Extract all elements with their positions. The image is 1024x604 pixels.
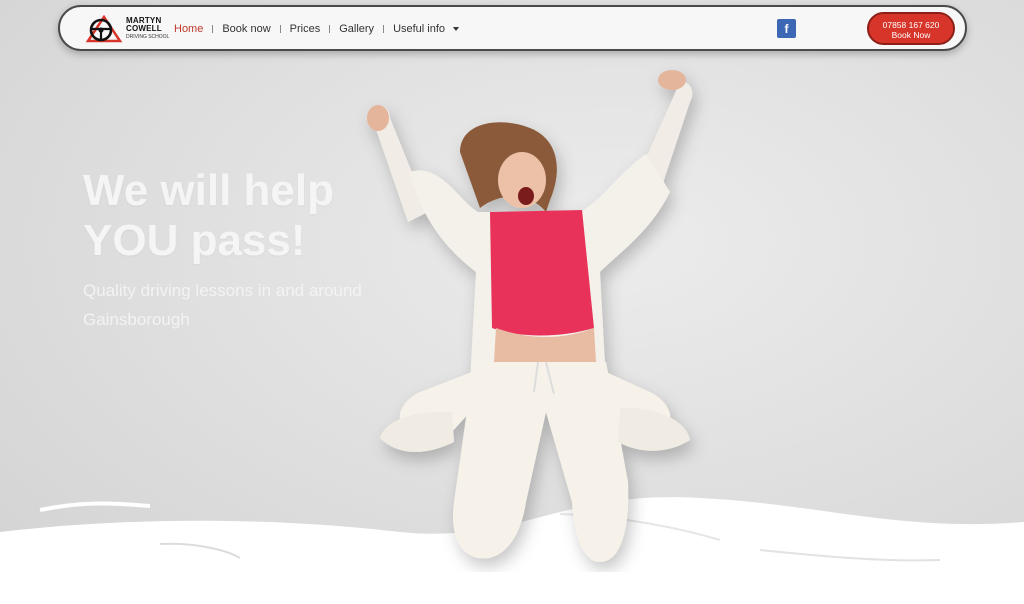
subheadline-line-1: Quality driving lessons in and around [83,281,362,300]
book-now-button[interactable]: 07858 167 620 Book Now [867,12,955,45]
main-menu: Home Book now Prices Gallery Useful info [174,20,460,38]
hero-section: We will help YOU pass! Quality driving l… [0,0,1024,604]
headline-line-2: YOU pass! [83,216,306,265]
nav-item-gallery[interactable]: Gallery [339,23,374,35]
cta-label: Book Now [891,30,931,40]
menu-divider [212,25,214,33]
menu-divider [329,25,331,33]
hero-subheadline: Quality driving lessons in and around Ga… [83,276,403,334]
nav-item-useful-info[interactable]: Useful info [393,23,445,35]
jumping-woman-image [367,70,693,562]
nav-item-home[interactable]: Home [174,23,203,35]
nav-item-prices[interactable]: Prices [290,23,321,35]
nav-item-book-now[interactable]: Book now [222,23,270,35]
menu-divider [383,25,385,33]
facebook-icon[interactable]: f [777,19,796,38]
brand-logo[interactable]: MARTYN COWELL DRIVING SCHOOL [84,15,170,43]
headline-line-1: We will help [83,166,335,215]
subheadline-line-2: Gainsborough [83,310,190,329]
steering-wheel-logo-icon [85,15,123,43]
cta-phone: 07858 167 620 [882,20,940,30]
menu-divider [279,25,281,33]
top-navbar: MARTYN COWELL DRIVING SCHOOL Home Book n… [58,5,967,51]
chevron-down-icon[interactable] [453,27,460,31]
hero-headline: We will help YOU pass! [83,166,403,266]
